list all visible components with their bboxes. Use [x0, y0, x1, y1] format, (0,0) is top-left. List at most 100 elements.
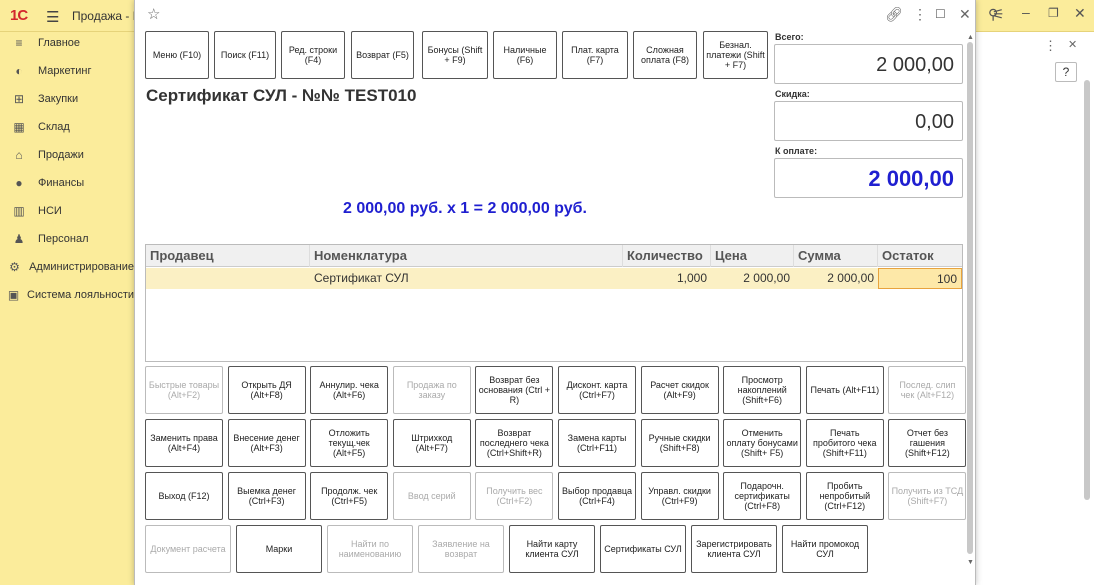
sidebar-item-marketing[interactable]: ◐ Маркетинг — [0, 60, 134, 82]
app-logo: 1С — [10, 7, 28, 24]
sidebar-item-personnel[interactable]: ♟ Персонал — [0, 228, 134, 250]
sidebar-item-sales[interactable]: ⌂ Продажи — [0, 144, 134, 166]
cash-in-button[interactable]: Внесение денег (Alt+F3) — [227, 419, 306, 467]
background-panel: ⋮ ✕ — [976, 32, 1094, 585]
punch-unpunched-button[interactable]: Пробить непробитый (Ctrl+F12) — [805, 472, 884, 520]
manage-discounts-button[interactable]: Управл. скидки (Ctrl+F9) — [640, 472, 719, 520]
marks-button[interactable]: Марки — [236, 525, 322, 573]
search-button[interactable]: Поиск (F11) — [214, 31, 276, 79]
view-savings-button[interactable]: Просмотр накоплений (Shift+F6) — [723, 366, 802, 414]
more-icon[interactable]: ⋮ — [1044, 38, 1057, 54]
discount-card-button[interactable]: Дисконт. карта (Ctrl+F7) — [558, 366, 636, 414]
total-label: Всего: — [775, 32, 804, 42]
pay-label: К оплате: — [775, 146, 818, 156]
maximize-icon[interactable]: ☐ — [935, 7, 946, 21]
restore-icon[interactable]: ❐ — [1048, 6, 1059, 20]
cash-out-button[interactable]: Выемка денег (Ctrl+F3) — [227, 472, 306, 520]
find-client-card-button[interactable]: Найти карту клиента СУЛ — [509, 525, 595, 573]
replace-rights-button[interactable]: Заменить права (Alt+F4) — [145, 419, 223, 467]
table-row[interactable]: Сертификат СУЛ 1,000 2 000,00 2 000,00 1… — [146, 268, 962, 289]
discount-field: 0,00 — [774, 101, 963, 141]
table-header: Продавец Номенклатура Количество Цена Су… — [146, 245, 962, 267]
complex-payment-button[interactable]: Сложная оплата (F8) — [633, 31, 697, 79]
sidebar-item-label: Склад — [38, 121, 70, 133]
last-slip-button: Послед. слип чек (Alt+F12) — [888, 366, 967, 414]
sidebar-item-warehouse[interactable]: ▦ Склад — [0, 116, 134, 138]
bonus-button[interactable]: Бонусы (Shift + F9) — [422, 31, 488, 79]
help-button[interactable]: ? — [1055, 62, 1077, 82]
cash-button[interactable]: Наличные (F6) — [493, 31, 557, 79]
cancel-receipt-button[interactable]: Аннулир. чека (Alt+F6) — [310, 366, 389, 414]
sidebar-item-label: НСИ — [38, 205, 62, 217]
manual-discounts-button[interactable]: Ручные скидки (Shift+F8) — [640, 419, 719, 467]
postpone-receipt-button[interactable]: Отложить текущ.чек (Alt+F5) — [310, 419, 389, 467]
enter-series-button: Ввод серий — [392, 472, 471, 520]
sidebar-item-main[interactable]: ≡ Главное — [0, 32, 134, 54]
settings-icon[interactable]: ⚟ — [992, 6, 1005, 23]
gift-certificates-button[interactable]: Подарочн. сертификаты (Ctrl+F8) — [723, 472, 802, 520]
continue-receipt-button[interactable]: Продолж. чек (Ctrl+F5) — [310, 472, 389, 520]
window-scrollbar[interactable] — [967, 42, 973, 554]
scrollbar[interactable] — [1084, 80, 1090, 500]
column-header[interactable]: Остаток — [878, 245, 962, 267]
get-weight-button: Получить вес (Ctrl+F2) — [475, 472, 554, 520]
column-header[interactable]: Продавец — [146, 245, 310, 267]
app-title: Продажа - И — [72, 9, 134, 23]
sidebar-item-finance[interactable]: ● Финансы — [0, 172, 134, 194]
return-last-receipt-button[interactable]: Возврат последнего чека (Ctrl+Shift+R) — [475, 419, 554, 467]
card-payment-button[interactable]: Плат. карта (F7) — [562, 31, 628, 79]
cell-seller — [146, 268, 310, 289]
sidebar-item-admin[interactable]: ⚙ Администрирование — [0, 256, 134, 278]
exit-button[interactable]: Выход (F12) — [145, 472, 223, 520]
menu-button[interactable]: Меню (F10) — [145, 31, 209, 79]
close-icon[interactable]: ✕ — [959, 6, 971, 23]
calc-discounts-button[interactable]: Расчет скидок (Alt+F9) — [640, 366, 719, 414]
star-icon[interactable]: ☆ — [147, 5, 160, 23]
cell-stock[interactable]: 100 — [878, 268, 962, 289]
minimize-icon[interactable]: – — [1022, 4, 1030, 20]
x-report-button[interactable]: Отчет без гашения (Shift+F12) — [888, 419, 967, 467]
sidebar-item-label: Система лояльности — [27, 289, 134, 301]
certificates-button[interactable]: Сертификаты СУЛ — [600, 525, 686, 573]
more-icon[interactable]: ⋮ — [913, 6, 927, 23]
cell-sum: 2 000,00 — [827, 271, 874, 285]
sidebar-icon: ▣ — [7, 288, 20, 302]
total-field: 2 000,00 — [774, 44, 963, 84]
scroll-down-icon[interactable]: ▼ — [967, 559, 974, 566]
sidebar-item-nsi[interactable]: ▥ НСИ — [0, 200, 134, 222]
sidebar-item-label: Маркетинг — [38, 65, 92, 77]
find-promocode-button[interactable]: Найти промокод СУЛ — [782, 525, 868, 573]
register-client-button[interactable]: Зарегистрировать клиента СУЛ — [691, 525, 777, 573]
column-header[interactable]: Сумма — [794, 245, 878, 267]
menu-icon[interactable]: ☰ — [46, 8, 59, 26]
close-icon[interactable]: ✕ — [1074, 5, 1086, 22]
close-icon[interactable]: ✕ — [1068, 38, 1077, 51]
sale-window: ☆ 🔗︎ ⋮ ☐ ✕ Меню (F10) Поиск (F11) Ред. с… — [134, 0, 976, 585]
sidebar-item-label: Продажи — [38, 149, 84, 161]
print-button[interactable]: Печать (Alt+F11) — [805, 366, 884, 414]
link-icon[interactable]: 🔗︎ — [885, 6, 903, 23]
sidebar: ≡ Главное ◐ Маркетинг ⊞ Закупки ▦ Склад ⌂ Про… — [0, 32, 134, 585]
sidebar-item-label: Персонал — [38, 233, 89, 245]
column-header[interactable]: Количество — [623, 245, 711, 267]
return-button[interactable]: Возврат (F5) — [351, 31, 414, 79]
sidebar-item-loyalty[interactable]: ▣ Система лояльности — [0, 284, 134, 306]
column-header[interactable]: Цена — [711, 245, 794, 267]
sidebar-icon: ⊞ — [13, 92, 25, 106]
edit-row-button[interactable]: Ред. строки (F4) — [281, 31, 345, 79]
sidebar-icon: ● — [15, 176, 23, 190]
print-punched-receipt-button[interactable]: Печать пробитого чека (Shift+F11) — [805, 419, 884, 467]
select-seller-button[interactable]: Выбор продавца (Ctrl+F4) — [558, 472, 636, 520]
cell-quantity: 1,000 — [676, 271, 707, 285]
replace-card-button[interactable]: Замена карты (Ctrl+F11) — [558, 419, 636, 467]
open-box-button[interactable]: Открыть ДЯ (Alt+F8) — [227, 366, 306, 414]
scroll-up-icon[interactable]: ▲ — [967, 34, 974, 41]
cancel-bonus-payment-button[interactable]: Отменить оплату бонусами (Shift+ F5) — [723, 419, 802, 467]
column-header[interactable]: Номенклатура — [310, 245, 623, 267]
sidebar-item-purchases[interactable]: ⊞ Закупки — [0, 88, 134, 110]
cashless-payment-button[interactable]: Безнал. платежи (Shift + F7) — [703, 31, 768, 79]
sidebar-icon: ▥ — [13, 204, 25, 218]
sidebar-item-label: Администрирование — [29, 261, 134, 273]
barcode-button[interactable]: Штрихкод (Alt+F7) — [392, 419, 471, 467]
return-no-base-button[interactable]: Возврат без основания (Ctrl + R) — [475, 366, 554, 414]
